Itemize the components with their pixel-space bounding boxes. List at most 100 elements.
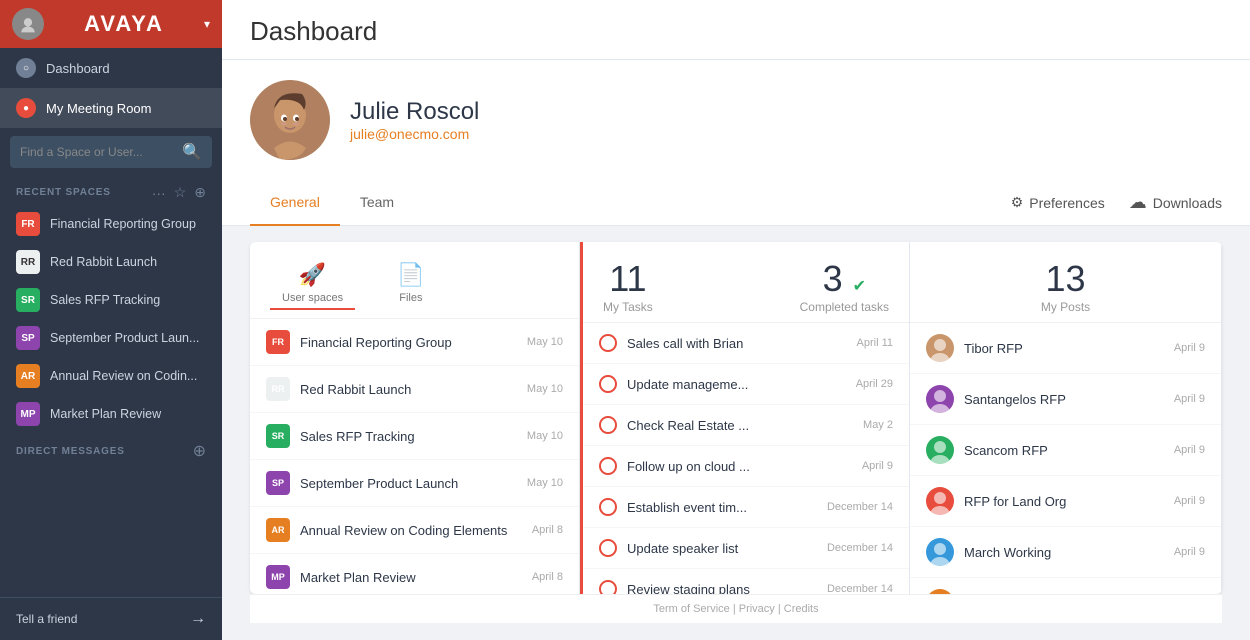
task-item-date: April 29	[856, 378, 893, 390]
tasks-stats: 11 My Tasks 3 ✔ Completed tasks	[583, 242, 909, 323]
sidebar-footer: Tell a friend →	[0, 597, 222, 640]
space-list-item[interactable]: RR Red Rabbit Launch May 10	[250, 366, 579, 413]
tasks-label: My Tasks	[603, 300, 653, 314]
check-icon: ✔	[853, 278, 866, 295]
sidebar-space-sr[interactable]: SR Sales RFP Tracking	[0, 281, 222, 319]
sidebar-item-dashboard[interactable]: ○ Dashboard	[0, 48, 222, 88]
post-item-name: Santangelos RFP	[964, 392, 1164, 407]
post-list-item[interactable]: February Final Report April 9	[910, 578, 1221, 594]
task-list-item[interactable]: Update manageme... April 29	[583, 364, 909, 405]
post-item-date: April 9	[1174, 546, 1205, 558]
post-list-item[interactable]: Santangelos RFP April 9	[910, 374, 1221, 425]
space-list-item[interactable]: FR Financial Reporting Group May 10	[250, 319, 579, 366]
task-circle	[599, 580, 617, 594]
add-space-icon[interactable]: ⊕	[194, 184, 206, 201]
more-icon[interactable]: ···	[152, 185, 166, 201]
preferences-action[interactable]: ⚙ Preferences	[1011, 194, 1105, 211]
post-avatar	[926, 436, 954, 464]
search-icon: 🔍	[182, 142, 202, 162]
sidebar-space-rr[interactable]: RR Red Rabbit Launch	[0, 243, 222, 281]
spaces-list: FR Financial Reporting GroupRR Red Rabbi…	[0, 205, 222, 433]
footer-bar: Term of Service | Privacy | Credits	[250, 594, 1222, 623]
task-circle	[599, 416, 617, 434]
space-list-item[interactable]: MP Market Plan Review April 8	[250, 554, 579, 594]
post-item-name: RFP for Land Org	[964, 494, 1164, 509]
task-item-name: Check Real Estate ...	[627, 418, 853, 433]
list-item-name: Annual Review on Coding Elements	[300, 523, 522, 538]
task-list-item[interactable]: Follow up on cloud ... April 9	[583, 446, 909, 487]
list-item-date: April 8	[532, 571, 563, 583]
search-input[interactable]	[20, 145, 176, 159]
post-list-item[interactable]: Scancom RFP April 9	[910, 425, 1221, 476]
space-label: Market Plan Review	[50, 407, 161, 421]
post-item-name: Scancom RFP	[964, 443, 1164, 458]
post-item-name: Tibor RFP	[964, 341, 1164, 356]
list-item-name: Market Plan Review	[300, 570, 522, 585]
task-item-name: Follow up on cloud ...	[627, 459, 852, 474]
sidebar-space-sp[interactable]: SP September Product Laun...	[0, 319, 222, 357]
card-tab-files[interactable]: 📄 Files	[385, 258, 436, 310]
sidebar-space-fr[interactable]: FR Financial Reporting Group	[0, 205, 222, 243]
sidebar-space-ar[interactable]: AR Annual Review on Codin...	[0, 357, 222, 395]
tell-friend-link[interactable]: Tell a friend	[16, 612, 77, 626]
profile-email: julie@onecmo.com	[350, 126, 479, 142]
tab-actions: ⚙ Preferences ☁ Downloads	[1011, 192, 1222, 213]
task-item-date: December 14	[827, 501, 893, 513]
user-avatar[interactable]	[12, 8, 44, 40]
tasks-count-block: 11 My Tasks	[603, 258, 653, 314]
list-badge: SP	[266, 471, 290, 495]
sidebar-header: AVAYA ▾	[0, 0, 222, 48]
post-avatar	[926, 385, 954, 413]
post-list-item[interactable]: Tibor RFP April 9	[910, 323, 1221, 374]
space-list-item[interactable]: SR Sales RFP Tracking May 10	[250, 413, 579, 460]
task-item-date: April 11	[857, 337, 893, 349]
list-item-date: May 10	[527, 430, 563, 442]
space-label: Financial Reporting Group	[50, 217, 196, 231]
card-tab-user-spaces[interactable]: 🚀 User spaces	[270, 258, 355, 310]
spaces-card-header: 🚀 User spaces 📄 Files	[250, 242, 579, 319]
avaya-logo: AVAYA	[84, 11, 164, 37]
list-badge: AR	[266, 518, 290, 542]
post-list-item[interactable]: RFP for Land Org April 9	[910, 476, 1221, 527]
post-list-item[interactable]: March Working April 9	[910, 527, 1221, 578]
list-badge: SR	[266, 424, 290, 448]
task-list-item[interactable]: Sales call with Brian April 11	[583, 323, 909, 364]
search-box[interactable]: 🔍	[10, 136, 212, 168]
list-badge: FR	[266, 330, 290, 354]
tasks-card-list: Sales call with Brian April 11 Update ma…	[583, 323, 909, 594]
cards-container: 🚀 User spaces 📄 Files FR Financial Repor…	[222, 226, 1250, 640]
task-item-name: Update manageme...	[627, 377, 846, 392]
space-badge: SR	[16, 288, 40, 312]
post-avatar	[926, 334, 954, 362]
space-badge: MP	[16, 402, 40, 426]
task-item-date: December 14	[827, 583, 893, 594]
task-circle	[599, 334, 617, 352]
posts-count: 13	[930, 258, 1201, 300]
post-avatar	[926, 538, 954, 566]
task-circle	[599, 498, 617, 516]
sidebar-item-my-meeting-room[interactable]: ● My Meeting Room	[0, 88, 222, 128]
list-badge: MP	[266, 565, 290, 589]
spaces-card: 🚀 User spaces 📄 Files FR Financial Repor…	[250, 242, 580, 594]
tab-team[interactable]: Team	[340, 180, 414, 226]
completed-count-block: 3 ✔ Completed tasks	[800, 258, 889, 314]
tab-general[interactable]: General	[250, 180, 340, 226]
task-list-item[interactable]: Check Real Estate ... May 2	[583, 405, 909, 446]
star-icon[interactable]: ☆	[174, 184, 187, 201]
list-item-date: May 10	[527, 336, 563, 348]
task-list-item[interactable]: Establish event tim... December 14	[583, 487, 909, 528]
space-list-item[interactable]: SP September Product Launch May 10	[250, 460, 579, 507]
task-list-item[interactable]: Update speaker list December 14	[583, 528, 909, 569]
sidebar-collapse-icon[interactable]: ▾	[204, 17, 210, 31]
task-list-item[interactable]: Review staging plans December 14	[583, 569, 909, 594]
arrow-right-icon[interactable]: →	[190, 610, 206, 628]
post-avatar	[926, 487, 954, 515]
task-circle	[599, 539, 617, 557]
space-list-item[interactable]: AR Annual Review on Coding Elements Apri…	[250, 507, 579, 554]
downloads-action[interactable]: ☁ Downloads	[1129, 192, 1222, 213]
add-dm-icon[interactable]: ⊕	[193, 441, 206, 461]
sidebar-space-mp[interactable]: MP Market Plan Review	[0, 395, 222, 433]
task-item-date: December 14	[827, 542, 893, 554]
space-badge: RR	[16, 250, 40, 274]
posts-stats: 13 My Posts	[910, 242, 1221, 323]
